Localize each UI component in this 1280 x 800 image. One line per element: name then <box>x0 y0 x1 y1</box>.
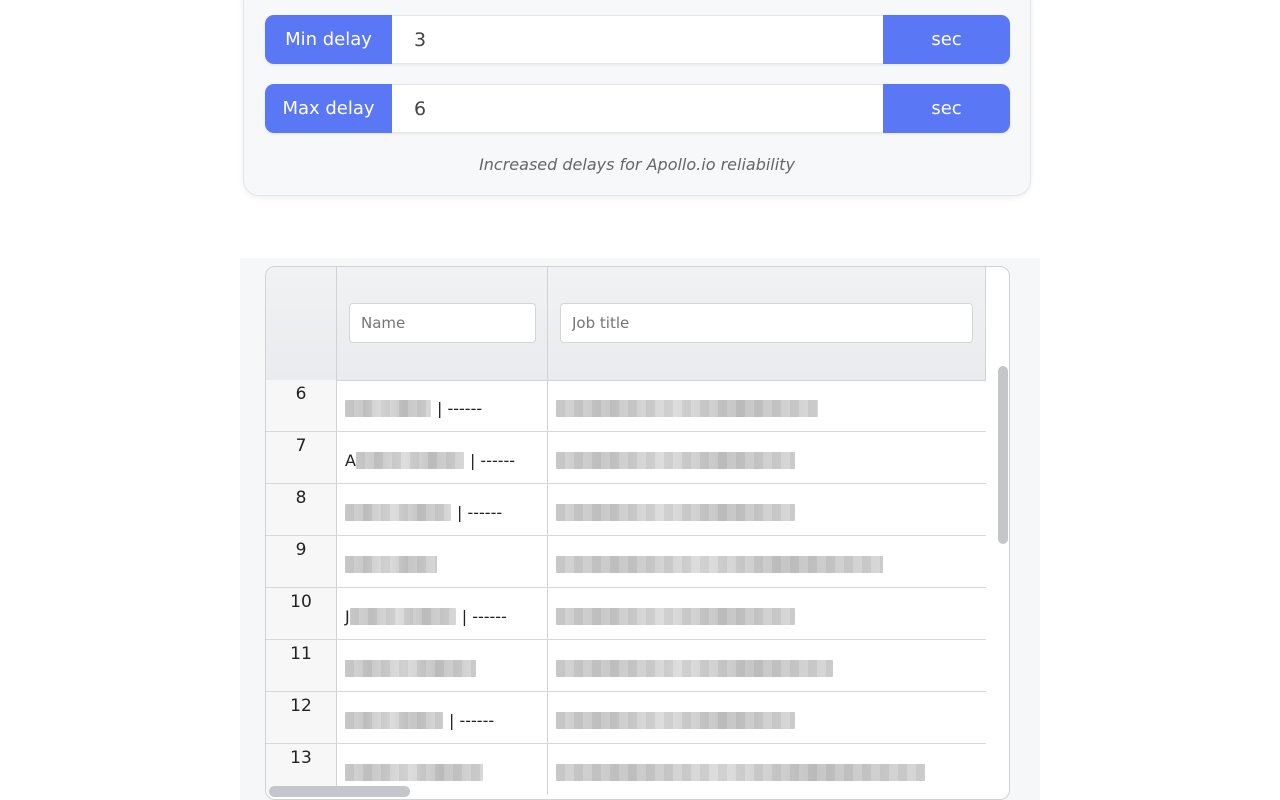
redacted-name <box>345 660 476 677</box>
table-row[interactable]: 8 | ------ <box>266 484 986 536</box>
min-delay-label: Min delay <box>265 15 392 64</box>
table-row[interactable]: 11 <box>266 640 986 692</box>
max-delay-unit: sec <box>883 84 1010 133</box>
redacted-name <box>345 400 431 417</box>
redacted-name <box>349 608 456 625</box>
job-title-cell[interactable] <box>548 744 986 795</box>
redacted-job-title <box>556 452 795 469</box>
redacted-job-title <box>556 764 925 781</box>
table-row[interactable]: 9 <box>266 536 986 588</box>
name-cell[interactable]: J | ------ <box>337 588 548 639</box>
grid-header <box>266 267 986 381</box>
redacted-name <box>345 712 443 729</box>
redacted-job-title <box>556 660 833 677</box>
name-cell[interactable]: | ------ <box>337 692 548 743</box>
name-cell[interactable] <box>337 536 548 587</box>
redacted-job-title <box>556 608 795 625</box>
name-suffix: | ------ <box>449 711 495 730</box>
job-title-cell[interactable] <box>548 588 986 639</box>
job-title-header-cell <box>548 267 986 380</box>
results-grid: 6 | ------ 7 A | ------ 8 | ------ <box>265 266 1010 800</box>
index-header-cell <box>266 267 337 380</box>
name-suffix: | ------ <box>437 399 483 418</box>
name-header-cell <box>337 267 548 380</box>
name-cell[interactable] <box>337 640 548 691</box>
name-cell[interactable]: A | ------ <box>337 432 548 483</box>
redacted-name <box>345 504 451 521</box>
max-delay-label: Max delay <box>265 84 392 133</box>
job-title-cell[interactable] <box>548 692 986 743</box>
name-filter-input[interactable] <box>349 303 536 343</box>
row-index: 6 <box>266 380 337 431</box>
name-cell[interactable]: | ------ <box>337 380 548 431</box>
redacted-job-title <box>556 504 795 521</box>
table-row[interactable]: 10 J | ------ <box>266 588 986 640</box>
name-cell[interactable]: | ------ <box>337 484 548 535</box>
max-delay-input[interactable] <box>392 84 883 133</box>
row-index: 11 <box>266 640 337 691</box>
name-suffix: | ------ <box>457 503 503 522</box>
table-row[interactable]: 6 | ------ <box>266 380 986 432</box>
max-delay-group: Max delay sec <box>265 84 1010 133</box>
job-title-filter-input[interactable] <box>560 303 973 343</box>
redacted-job-title <box>556 712 795 729</box>
job-title-cell[interactable] <box>548 536 986 587</box>
delay-note: Increased delays for Apollo.io reliabili… <box>479 155 795 174</box>
min-delay-input[interactable] <box>392 15 883 64</box>
job-title-cell[interactable] <box>548 380 986 431</box>
row-index: 10 <box>266 588 337 639</box>
redacted-name <box>345 556 437 573</box>
min-delay-unit: sec <box>883 15 1010 64</box>
row-index: 9 <box>266 536 337 587</box>
min-delay-group: Min delay sec <box>265 15 1010 64</box>
job-title-cell[interactable] <box>548 432 986 483</box>
row-index: 8 <box>266 484 337 535</box>
redacted-name <box>345 764 483 781</box>
vertical-scrollbar-thumb[interactable] <box>998 366 1008 544</box>
job-title-cell[interactable] <box>548 640 986 691</box>
redacted-job-title <box>556 400 818 417</box>
name-prefix: A <box>345 451 356 470</box>
row-index: 7 <box>266 432 337 483</box>
table-row[interactable]: 12 | ------ <box>266 692 986 744</box>
job-title-cell[interactable] <box>548 484 986 535</box>
redacted-job-title <box>556 556 883 573</box>
name-suffix: | ------ <box>469 451 516 470</box>
horizontal-scrollbar-thumb[interactable] <box>269 786 410 797</box>
row-index: 12 <box>266 692 337 743</box>
name-suffix: | ------ <box>461 607 507 626</box>
redacted-name <box>355 452 464 469</box>
table-row[interactable]: 7 A | ------ <box>266 432 986 484</box>
